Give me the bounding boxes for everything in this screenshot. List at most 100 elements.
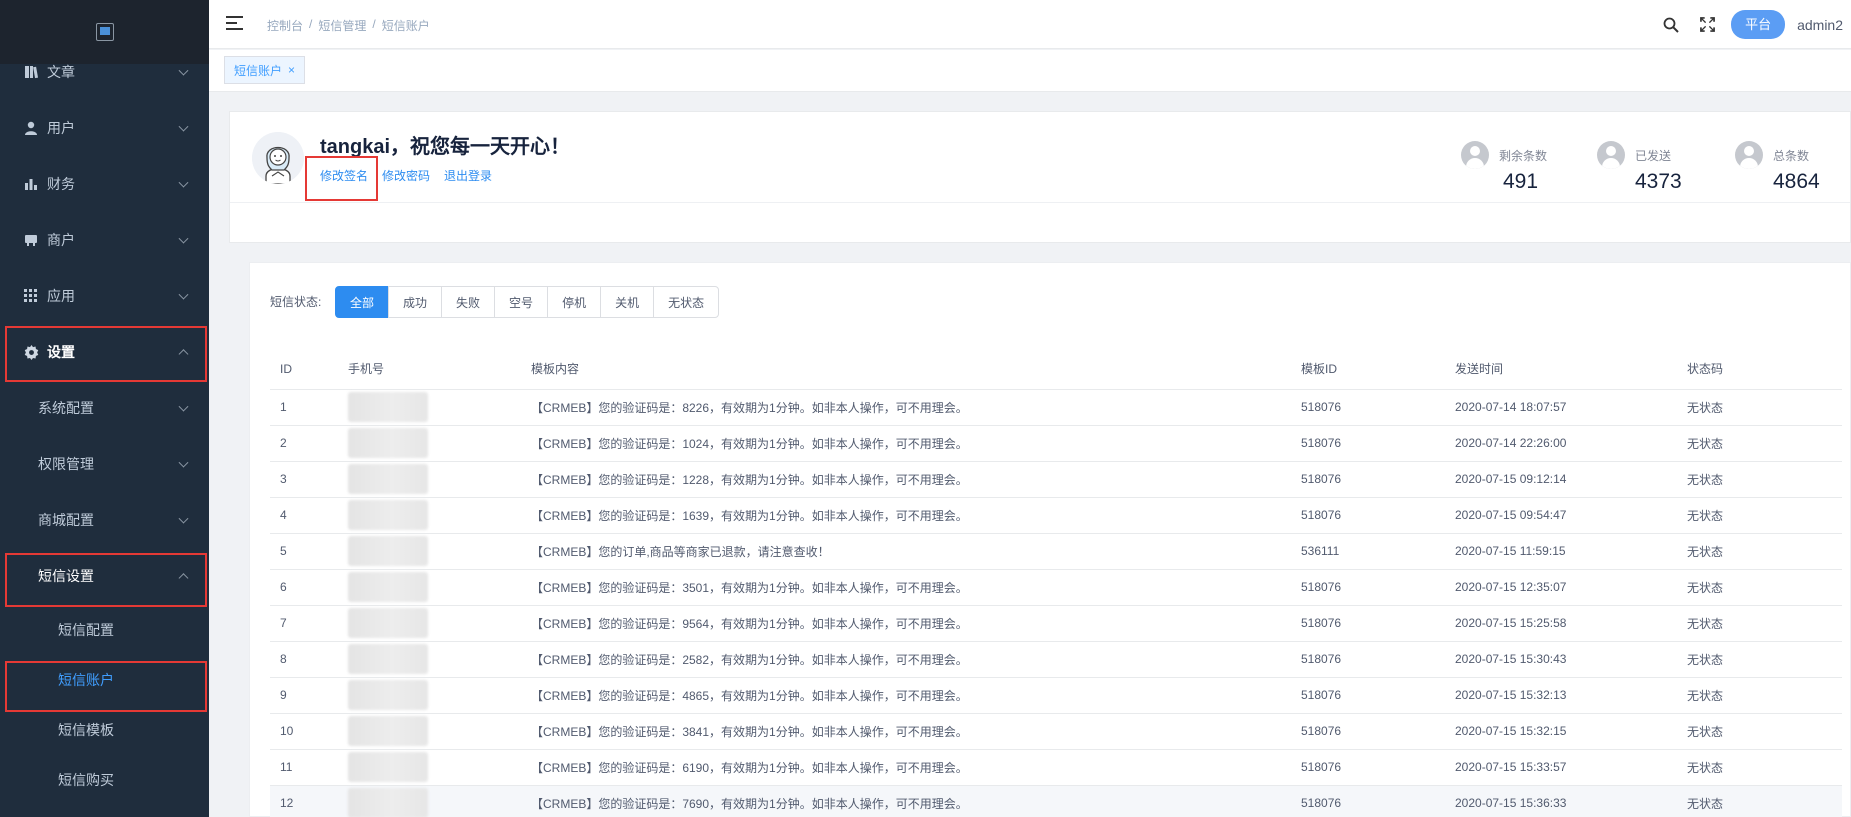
sidebar-item-sms-templates[interactable]: 短信模板	[0, 708, 209, 752]
sidebar-item-sms-purchase[interactable]: 短信购买	[0, 758, 209, 802]
change-password-link[interactable]: 修改密码	[382, 167, 430, 184]
redacted-phone	[348, 608, 428, 638]
cell-content: 【CRMEB】您的验证码是：4865，有效期为1分钟。如非本人操作，可不用理会。	[531, 677, 1301, 714]
chevron-up-icon	[178, 573, 189, 584]
cell-status: 无状态	[1687, 461, 1842, 498]
cell-id: 5	[270, 533, 348, 570]
tab-label: 短信账户	[234, 63, 283, 78]
user-avatar-icon	[1461, 141, 1489, 169]
edit-signature-link[interactable]: 修改签名	[320, 167, 368, 184]
book-icon	[23, 64, 39, 80]
logout-link[interactable]: 退出登录	[444, 167, 492, 184]
table-row: 8 【CRMEB】您的验证码是：2582，有效期为1分钟。如非本人操作，可不用理会…	[270, 641, 1842, 678]
table-row: 2 【CRMEB】您的验证码是：1024，有效期为1分钟。如非本人操作，可不用理会…	[270, 425, 1842, 462]
breadcrumb: 控制台 / 短信管理 / 短信账户	[267, 17, 430, 34]
cell-id: 1	[270, 389, 348, 426]
cell-phone	[348, 677, 531, 714]
cell-id: 8	[270, 641, 348, 678]
chevron-down-icon	[178, 401, 189, 412]
cell-template-id: 518076	[1301, 497, 1455, 534]
sidebar-item-mall-config[interactable]: 商城配置	[0, 497, 209, 543]
filter-no-status[interactable]: 无状态	[653, 286, 720, 318]
cell-template-id: 518076	[1301, 425, 1455, 462]
breadcrumb-item: 短信账户	[381, 19, 430, 33]
sidebar-item-apps[interactable]: 应用	[0, 273, 209, 319]
cell-id: 10	[270, 713, 348, 750]
sidebar-item-articles[interactable]: 文章	[0, 56, 209, 88]
sidebar-item-finance[interactable]: 财务	[0, 161, 209, 207]
logo[interactable]	[0, 0, 209, 64]
sidebar-item-sms-settings[interactable]: 短信设置	[0, 553, 209, 599]
stat-value: 4373	[1635, 170, 1682, 193]
platform-button[interactable]: 平台	[1731, 10, 1786, 39]
user-avatar-icon	[1597, 141, 1625, 169]
redacted-phone	[348, 572, 428, 602]
cell-status: 无状态	[1687, 425, 1842, 462]
sidebar-item-label: 财务	[47, 176, 75, 192]
filter-powered-off[interactable]: 关机	[600, 286, 655, 318]
sidebar-item-label: 用户	[47, 120, 75, 136]
sidebar-item-users[interactable]: 用户	[0, 105, 209, 151]
redacted-phone	[348, 752, 428, 782]
cell-content: 【CRMEB】您的验证码是：2582，有效期为1分钟。如非本人操作，可不用理会。	[531, 641, 1301, 678]
cell-status: 无状态	[1687, 785, 1842, 817]
cell-template-id: 518076	[1301, 677, 1455, 714]
greeting-title: tangkai，祝您每一天开心！	[320, 136, 571, 158]
cell-send-time: 2020-07-15 15:32:15	[1455, 713, 1687, 750]
user-icon	[23, 120, 39, 136]
fullscreen-icon[interactable]	[1689, 17, 1725, 32]
table-row: 4 【CRMEB】您的验证码是：1639，有效期为1分钟。如非本人操作，可不用理会…	[270, 497, 1842, 534]
stat-value: 491	[1503, 170, 1539, 193]
cell-status: 无状态	[1687, 569, 1842, 606]
sidebar-item-label: 文章	[47, 64, 75, 80]
cell-send-time: 2020-07-15 09:12:14	[1455, 461, 1687, 498]
cell-send-time: 2020-07-15 15:33:57	[1455, 749, 1687, 786]
cell-id: 3	[270, 461, 348, 498]
cell-status: 无状态	[1687, 497, 1842, 534]
sidebar-item-label: 商城配置	[38, 512, 94, 528]
cell-template-id: 518076	[1301, 785, 1455, 817]
menu-toggle-icon[interactable]	[226, 16, 243, 30]
breadcrumb-item[interactable]: 短信管理	[318, 17, 366, 34]
filter-empty-number[interactable]: 空号	[494, 286, 549, 318]
sidebar-item-merchants[interactable]: 商户	[0, 217, 209, 263]
filter-success[interactable]: 成功	[388, 286, 443, 318]
chevron-down-icon	[178, 121, 189, 132]
search-icon[interactable]	[1653, 17, 1689, 33]
sidebar-item-label: 短信账户	[58, 672, 114, 688]
filter-suspended[interactable]: 停机	[547, 286, 602, 318]
redacted-phone	[348, 536, 428, 566]
table-row: 12 【CRMEB】您的验证码是：7690，有效期为1分钟。如非本人操作，可不用理…	[270, 785, 1842, 817]
cell-send-time: 2020-07-15 09:54:47	[1455, 497, 1687, 534]
sidebar-item-label: 短信设置	[38, 568, 94, 584]
filter-all[interactable]: 全部	[335, 286, 390, 318]
cell-status: 无状态	[1687, 389, 1842, 426]
tab-sms-account[interactable]: 短信账户 ×	[224, 56, 306, 84]
cell-content: 【CRMEB】您的验证码是：6190，有效期为1分钟。如非本人操作，可不用理会。	[531, 749, 1301, 786]
sidebar-item-settings[interactable]: 设置	[0, 329, 209, 375]
sidebar-item-system-config[interactable]: 系统配置	[0, 385, 209, 431]
sidebar-item-label: 系统配置	[38, 400, 94, 416]
sidebar-item-label: 商户	[47, 232, 75, 248]
cell-content: 【CRMEB】您的验证码是：1228，有效期为1分钟。如非本人操作，可不用理会。	[531, 461, 1301, 498]
sidebar: 文章 用户 财务 商户 应用 设置 系统配置 权限管理 商城配置 短信设置 短信…	[0, 0, 209, 817]
apps-icon	[23, 288, 39, 304]
column-header: 模板ID	[1301, 349, 1455, 390]
username[interactable]: admin2	[1797, 17, 1843, 33]
cell-content: 【CRMEB】您的验证码是：1639，有效期为1分钟。如非本人操作，可不用理会。	[531, 497, 1301, 534]
cell-id: 11	[270, 749, 348, 786]
table-row: 3 【CRMEB】您的验证码是：1228，有效期为1分钟。如非本人操作，可不用理会…	[270, 461, 1842, 498]
cell-id: 9	[270, 677, 348, 714]
sidebar-item-sms-config[interactable]: 短信配置	[0, 608, 209, 652]
status-filter: 全部 成功 失败 空号 停机 关机 无状态	[335, 286, 720, 318]
filter-failed[interactable]: 失败	[441, 286, 496, 318]
chevron-down-icon	[178, 65, 189, 76]
stat-label: 已发送	[1635, 149, 1672, 163]
table-row: 9 【CRMEB】您的验证码是：4865，有效期为1分钟。如非本人操作，可不用理会…	[270, 677, 1842, 714]
sidebar-item-permissions[interactable]: 权限管理	[0, 441, 209, 487]
close-icon[interactable]: ×	[288, 63, 295, 77]
breadcrumb-item[interactable]: 控制台	[267, 17, 303, 34]
user-avatar-icon	[1735, 141, 1763, 169]
sidebar-item-sms-account[interactable]: 短信账户	[0, 658, 209, 702]
sidebar-item-label: 短信购买	[58, 772, 114, 788]
